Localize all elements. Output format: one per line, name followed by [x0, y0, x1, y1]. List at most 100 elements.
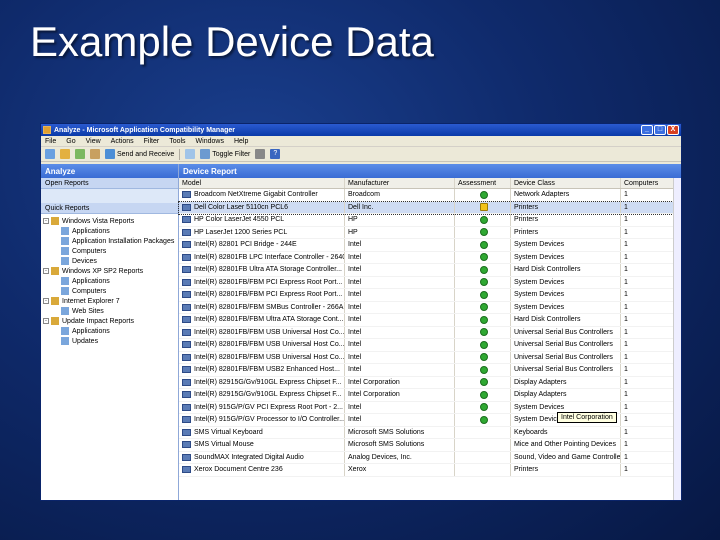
expand-toggle-icon[interactable]: -	[43, 218, 49, 224]
maximize-button[interactable]: □	[654, 125, 666, 135]
menu-go[interactable]: Go	[66, 138, 75, 145]
tree-item[interactable]: - Windows Vista Reports	[41, 216, 178, 226]
table-row[interactable]: Intel(R) 82915G/Gv/910GL Express Chipset…	[179, 389, 681, 402]
table-row[interactable]: Intel(R) 82915G/Gv/910GL Express Chipset…	[179, 376, 681, 389]
compatible-icon	[480, 328, 488, 337]
menu-help[interactable]: Help	[234, 138, 248, 145]
app-icon	[43, 126, 51, 134]
table-row[interactable]: SMS Virtual Mouse Microsoft SMS Solutions…	[179, 439, 681, 452]
toolbar: Send and Receive Toggle Filter ?	[41, 147, 681, 162]
menu-file[interactable]: File	[45, 138, 56, 145]
close-button[interactable]: X	[667, 125, 679, 135]
col-device-class[interactable]: Device Class	[511, 178, 621, 188]
tree-item[interactable]: Applications	[41, 226, 178, 236]
export-icon[interactable]	[90, 149, 100, 159]
cell-device-class: Display Adapters	[511, 389, 621, 401]
col-model[interactable]: Model	[179, 178, 345, 188]
tree-item-label: Computers	[72, 247, 107, 255]
col-manufacturer[interactable]: Manufacturer	[345, 178, 455, 188]
minimize-button[interactable]: _	[641, 125, 653, 135]
table-row[interactable]: Intel(R) 82801FB/FBM PCI Express Root Po…	[179, 276, 681, 289]
vertical-scrollbar[interactable]	[673, 178, 681, 500]
table-row[interactable]: Intel(R) 82801FB/FBM PCI Express Root Po…	[179, 289, 681, 302]
cell-manufacturer: Intel	[345, 339, 455, 351]
tree-item[interactable]: - Windows XP SP2 Reports	[41, 266, 178, 276]
table-row[interactable]: Intel(R) 82801FB/FBM Ultra ATA Storage C…	[179, 314, 681, 327]
cell-manufacturer: Analog Devices, Inc.	[345, 451, 455, 463]
device-icon	[182, 366, 191, 374]
device-icon	[182, 216, 191, 224]
table-row[interactable]: Intel(R) 82801FB/FBM SMBus Controller - …	[179, 301, 681, 314]
menu-filter[interactable]: Filter	[144, 138, 160, 145]
table-row[interactable]: Intel(R) 82801 PCI Bridge - 244E Intel Sys…	[179, 239, 681, 252]
device-icon	[182, 453, 191, 461]
table-row[interactable]: Intel(R) 82801FB Ultra ATA Storage Contr…	[179, 264, 681, 277]
tree-item[interactable]: - Internet Explorer 7	[41, 296, 178, 306]
cell-assessment	[455, 376, 511, 388]
content-area: Analyze Open Reports Quick Reports - Wind…	[41, 164, 681, 500]
cell-computers: 1	[621, 339, 678, 351]
cell-manufacturer: Microsoft SMS Solutions	[345, 439, 455, 451]
cell-computers: 1	[621, 351, 678, 363]
folder-icon[interactable]	[60, 149, 70, 159]
tree-item[interactable]: Computers	[41, 286, 178, 296]
menu-tools[interactable]: Tools	[169, 138, 185, 145]
cell-assessment	[455, 401, 511, 413]
menu-actions[interactable]: Actions	[111, 138, 134, 145]
filter-icon[interactable]	[185, 149, 196, 159]
compatible-icon	[480, 265, 488, 274]
send-receive-button[interactable]: Send and Receive	[105, 149, 174, 159]
sort-icon[interactable]	[255, 149, 266, 159]
tree-item[interactable]: Updates	[41, 336, 178, 346]
report-icon	[61, 237, 69, 245]
tree-item[interactable]: Devices	[41, 256, 178, 266]
tree-item[interactable]: Applications	[41, 326, 178, 336]
table-row[interactable]: Broadcom NetXtreme Gigabit Controller Bro…	[179, 189, 681, 202]
compatible-icon	[480, 378, 488, 387]
col-computers[interactable]: Computers	[621, 178, 678, 188]
toggle-filter-button[interactable]: Toggle Filter	[200, 149, 250, 159]
expand-toggle-icon[interactable]: -	[43, 318, 49, 324]
menu-view[interactable]: View	[86, 138, 101, 145]
tree-item[interactable]: Applications	[41, 276, 178, 286]
table-row[interactable]: Intel(R) 82801FB/FBM USB Universal Host …	[179, 326, 681, 339]
table-row[interactable]: Intel(R) 82801FB/FBM USB2 Enhanced Host.…	[179, 364, 681, 377]
cell-computers: 1	[621, 301, 678, 313]
cell-device-class: System Devices	[511, 251, 621, 263]
report-icon	[61, 287, 69, 295]
refresh-icon[interactable]	[75, 149, 85, 159]
help-icon[interactable]: ?	[270, 149, 281, 159]
table-row[interactable]: Xerox Document Centre 236 Xerox Printers 1	[179, 464, 681, 477]
table-row[interactable]: Dell Color Laser 5110cn PCL6 Dell Inc. Pri…	[178, 200, 681, 215]
cell-computers: 1	[621, 189, 678, 201]
cell-model: Intel(R) 82801FB/FBM USB Universal Host …	[179, 351, 345, 363]
cell-computers: 1	[621, 214, 678, 226]
cell-model: Intel(R) 82801FB/FBM USB Universal Host …	[179, 326, 345, 338]
back-icon[interactable]	[45, 149, 55, 159]
table-row[interactable]: HP Color LaserJet 4550 PCL HP Printers 1	[179, 214, 681, 227]
table-row[interactable]: HP LaserJet 1200 Series PCL HP Printers 1	[179, 226, 681, 239]
expand-toggle-icon[interactable]: -	[43, 298, 49, 304]
table-row[interactable]: SMS Virtual Keyboard Microsoft SMS Soluti…	[179, 426, 681, 439]
table-row[interactable]: Intel(R) 82801FB/FBM USB Universal Host …	[179, 351, 681, 364]
model-text: Intel(R) 82801FB/FBM PCI Express Root Po…	[194, 278, 343, 286]
report-icon	[61, 247, 69, 255]
menu-windows[interactable]: Windows	[196, 138, 224, 145]
col-assessment[interactable]: Assessment	[455, 178, 511, 188]
tree-item[interactable]: Web Sites	[41, 306, 178, 316]
cell-assessment	[455, 189, 511, 201]
open-reports-section[interactable]: Open Reports	[41, 178, 178, 189]
tree-item[interactable]: Application Installation Packages	[41, 236, 178, 246]
cell-manufacturer: Intel	[345, 289, 455, 301]
cell-computers: 1	[621, 426, 678, 438]
table-row[interactable]: Intel(R) 82801FB/FBM USB Universal Host …	[179, 339, 681, 352]
table-row[interactable]: SoundMAX Integrated Digital Audio Analog …	[179, 451, 681, 464]
tree-item[interactable]: - Update Impact Reports	[41, 316, 178, 326]
expand-toggle-icon[interactable]: -	[43, 268, 49, 274]
tree-item[interactable]: Computers	[41, 246, 178, 256]
tree-item-label: Web Sites	[72, 307, 104, 315]
quick-reports-section[interactable]: Quick Reports	[41, 203, 178, 214]
model-text: Intel(R) 82801FB/FBM SMBus Controller - …	[194, 303, 344, 311]
cell-computers: 1	[621, 314, 678, 326]
table-row[interactable]: Intel(R) 82801FB LPC Interface Controlle…	[179, 251, 681, 264]
